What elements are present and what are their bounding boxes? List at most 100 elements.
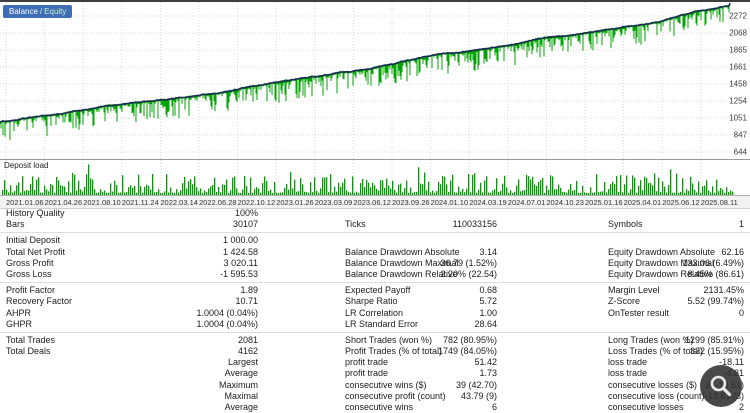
svg-text:1254: 1254 [729, 97, 747, 106]
legend-equity-label: Equity [44, 7, 67, 16]
stat-value: 1 [738, 219, 744, 230]
stat-value: 4162 [237, 346, 258, 357]
svg-text:1661: 1661 [729, 63, 747, 72]
stat-label: Symbols [608, 219, 643, 230]
stat-label: consecutive wins ($) [345, 379, 427, 390]
stat-value: 1.00 [479, 307, 497, 318]
stat-value: 1.0004 (0.04%) [196, 318, 258, 329]
x-axis-date: 2021.08.10 [83, 198, 121, 207]
stat-label: Short Trades (won %) [345, 334, 433, 345]
x-axis-date: 2025.01.16 [585, 198, 623, 207]
stat-value: 8.45% (86.61) [687, 268, 744, 279]
stat-label: Profit Trades (% of total) [345, 346, 443, 357]
stat-label: consecutive losses [608, 402, 684, 412]
stat-value: 39 (42.70) [455, 379, 497, 390]
stat-value: 1749 (84.05%) [437, 346, 497, 357]
stat-value: 3 020.11 [223, 257, 258, 268]
stat-value: 30107 [232, 219, 258, 230]
stat-label: Total Net Profit [6, 246, 66, 257]
x-axis-date: 2021.01.06 [6, 198, 44, 207]
stat-label: Recovery Factor [6, 296, 73, 307]
stat-label: Ticks [345, 219, 366, 230]
stat-value: 1.89 [240, 285, 258, 296]
stat-value: 28.64 [474, 318, 497, 329]
stat-value: 43.79 (9) [460, 390, 497, 401]
stat-value: 6 [491, 402, 497, 412]
stat-value: 10.71 [235, 296, 258, 307]
stat-label: Long Trades (won %) [608, 334, 694, 345]
legend-balance-label: Balance [9, 7, 38, 16]
x-axis-date: 2024.10.23 [546, 198, 584, 207]
stat-label: Initial Deposit [6, 235, 61, 246]
stats-row: History Quality 100% [0, 208, 750, 219]
stat-value: Largest [227, 357, 258, 368]
x-axis-date: 2024.07.01 [507, 198, 546, 207]
x-axis-date: 2022.03.14 [160, 198, 198, 207]
stat-value: 2081 [237, 334, 258, 345]
stats-row: Profit Factor 1.89 Expected Payoff 0.68 Marg… [0, 285, 750, 296]
balance-equity-chart[interactable]: 2272 2068 1865 1661 1458 1254 1051 847 644 Balan… [0, 2, 750, 159]
stat-value: -1 595.53 [219, 268, 258, 279]
stat-label: Loss Trades (% of total) [608, 346, 704, 357]
deposit-load-chart[interactable]: Deposit load [0, 159, 750, 195]
stat-label: Bars [6, 219, 25, 230]
stat-value: 1.0004 (0.04%) [196, 307, 258, 318]
chart-legend: Balance / Equity [3, 5, 73, 18]
svg-text:644: 644 [734, 148, 748, 157]
stat-value: 62.16 [721, 246, 744, 257]
x-axis-date: 2023.01.26 [276, 198, 314, 207]
stat-value: 3.14 [479, 246, 497, 257]
stat-value: 5.52 (99.74%) [687, 296, 744, 307]
svg-text:847: 847 [734, 131, 748, 140]
x-axis-date: 2024.01.10 [430, 198, 469, 207]
stat-label: Expected Payoff [345, 285, 411, 296]
stat-label: loss trade [608, 357, 648, 368]
stat-label: Profit Factor [6, 285, 56, 296]
stat-label: OnTester result [608, 307, 670, 318]
stats-row: Initial Deposit 1 000.00 [0, 235, 750, 246]
x-axis-date: 2023.09.26 [392, 198, 430, 207]
stats-row: Average consecutive wins 6 consecutive loss… [0, 402, 750, 413]
stat-value: 2 [738, 402, 744, 412]
stat-label: consecutive losses ($) [608, 379, 698, 390]
stats-row: Recovery Factor 10.71 Sharpe Ratio 5.72 Z-Sc… [0, 296, 750, 307]
stat-label: AHPR [6, 307, 32, 318]
stat-value: 2131.45% [703, 285, 744, 296]
stats-row: Largest profit trade 51.42 loss trade -18.11 [0, 357, 750, 368]
svg-text:1051: 1051 [729, 114, 747, 123]
stat-label: Z-Score [608, 296, 641, 307]
x-axis-date: 2022.10.12 [237, 198, 276, 207]
stat-value: Average [224, 402, 258, 412]
magnifier-button[interactable] [700, 365, 742, 407]
stat-value: 2.20% (22.54) [440, 268, 497, 279]
stat-value: 1 000.00 [222, 235, 258, 246]
x-axis-date: 2024.03.19 [469, 198, 507, 207]
x-axis-date: 2021.11.24 [121, 198, 159, 207]
stat-value: 110033156 [452, 219, 497, 230]
deposit-canvas [2, 160, 734, 195]
stat-label: Sharpe Ratio [345, 296, 398, 307]
stat-label: Gross Profit [6, 257, 54, 268]
x-axis-date: 2022.06.28 [199, 198, 237, 207]
stats-row: GHPR 1.0004 (0.04%) LR Standard Error 28.64 [0, 319, 750, 330]
x-axis-date: 2025.04.01 [623, 198, 662, 207]
chart-canvas: 2272 2068 1865 1661 1458 1254 1051 847 644 [0, 2, 748, 159]
stat-label: consecutive profit (count) [345, 390, 446, 401]
stat-label: consecutive wins [345, 402, 414, 412]
stats-row: Bars 30107 Ticks 110033156 Symbols 1 [0, 219, 750, 230]
stats-row: Gross Loss -1 595.53 Balance Drawdown Rela… [0, 269, 750, 280]
stat-label: History Quality [6, 208, 65, 218]
stat-value: 0.68 [479, 285, 497, 296]
x-axis-date: 2025.08.11 [700, 198, 738, 207]
stat-value: 332 (15.95%) [689, 346, 744, 357]
stat-label: LR Correlation [345, 307, 404, 318]
svg-text:2272: 2272 [729, 12, 747, 21]
stats-row: Total Trades 2081 Short Trades (won %) 782 … [0, 335, 750, 346]
stat-value: 782 (80.95%) [442, 334, 497, 345]
svg-text:2068: 2068 [729, 29, 747, 38]
stat-label: consecutive loss (count) [608, 390, 705, 401]
stat-label: Equity Drawdown Absolute [608, 246, 716, 257]
stat-value: 36.79 (1.52%) [440, 257, 497, 268]
stats-row: Maximal consecutive profit (count) 43.79 (… [0, 391, 750, 402]
stat-label: Gross Loss [6, 268, 52, 279]
